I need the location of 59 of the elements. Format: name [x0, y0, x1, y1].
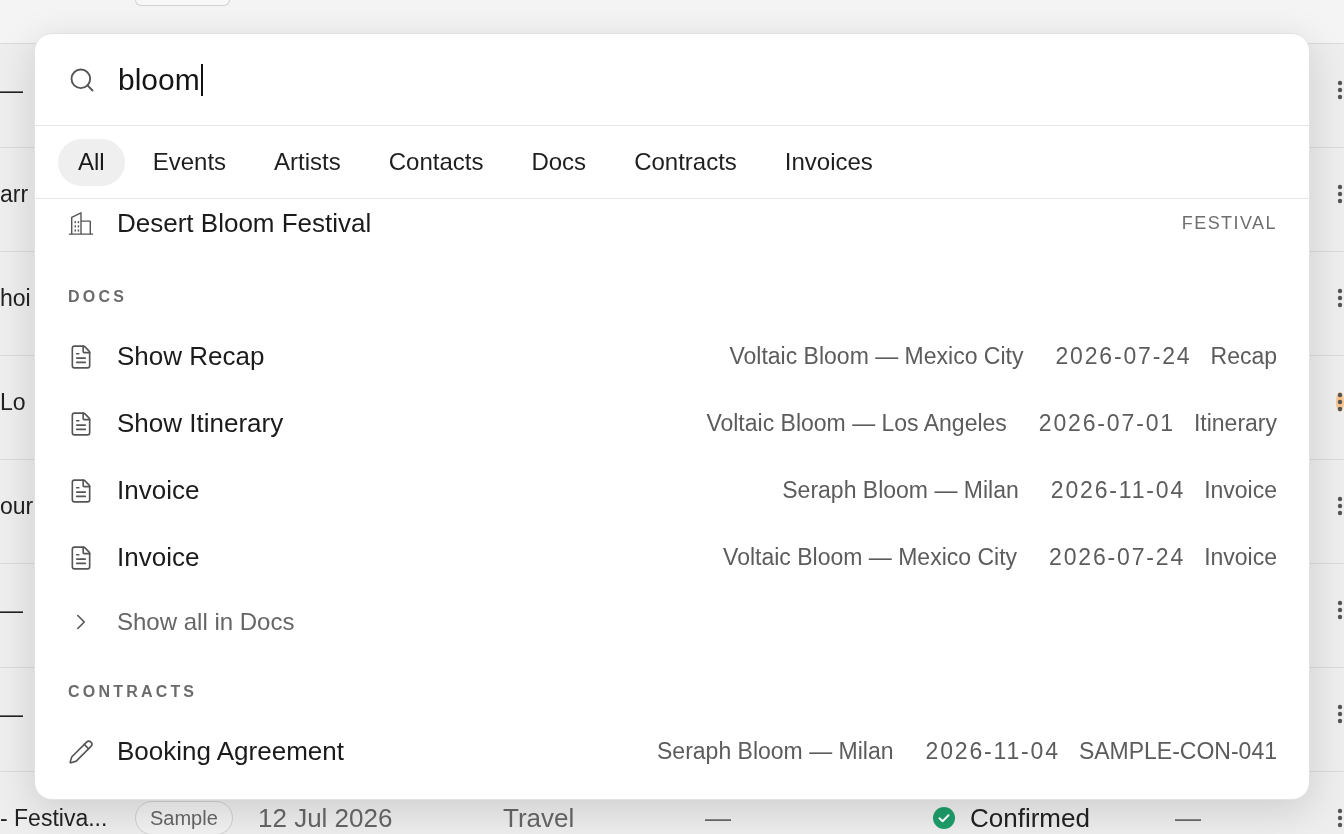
more-options-icon[interactable] [1336, 287, 1344, 309]
row-status: Confirmed [970, 801, 1090, 834]
result-type: SAMPLE-CON-041 [1078, 737, 1277, 767]
result-date: 2026-11-04 [925, 737, 1060, 767]
more-options-icon[interactable] [1336, 807, 1344, 829]
more-options-icon[interactable] [1336, 79, 1344, 101]
row-empty-value: — [705, 801, 731, 834]
result-title[interactable]: Desert Bloom Festival [117, 203, 372, 243]
result-date: 2026-07-01 [1038, 409, 1175, 439]
result-title[interactable]: Show Itinerary [117, 404, 284, 443]
result-title[interactable]: Invoice [117, 471, 200, 510]
result-title[interactable]: Show Recap [117, 337, 265, 376]
row-title: Lo [0, 387, 26, 417]
section-heading: DOCS [68, 287, 128, 307]
result-context: Voltaic Bloom — Los Angeles [706, 409, 1007, 439]
result-date: 2026-07-24 [1055, 342, 1192, 372]
result-context: Voltaic Bloom — Mexico City [723, 543, 1018, 573]
section-heading: CONTRACTS [68, 682, 198, 702]
row-date: 12 Jul 2026 [258, 801, 393, 834]
more-options-icon[interactable] [1336, 391, 1344, 413]
building-icon [68, 210, 94, 236]
result-type: Itinerary [1193, 409, 1277, 439]
more-options-icon[interactable] [1336, 183, 1344, 205]
result-type: Invoice [1204, 543, 1277, 573]
row-empty-value: — [1175, 801, 1201, 834]
row-title: — [0, 699, 23, 729]
show-all-button[interactable]: Show all in Docs [68, 591, 295, 652]
row-title: arr [0, 179, 29, 209]
row-title: our [0, 491, 34, 521]
row-title: hoi [0, 283, 31, 313]
result-context: Seraph Bloom — Milan [782, 476, 1019, 506]
result-context: Voltaic Bloom — Mexico City [729, 342, 1024, 372]
result-context: Seraph Bloom — Milan [657, 737, 894, 767]
result-title[interactable]: Booking Agreement [117, 732, 344, 771]
sample-tag: Sample [135, 801, 233, 834]
pencil-icon [68, 738, 94, 765]
filter-tab[interactable]: Contracts [614, 138, 757, 186]
filter-tab[interactable]: Artists [254, 138, 361, 186]
check-circle-icon [933, 807, 955, 829]
row-category: Travel [503, 801, 575, 834]
more-options-icon[interactable] [1336, 599, 1344, 621]
row-title: — [0, 595, 23, 625]
more-options-icon[interactable] [1336, 703, 1344, 725]
row-title: - Festiva... [0, 803, 108, 833]
filter-tab[interactable]: Contacts [368, 138, 504, 186]
filter-tab[interactable]: Events [132, 138, 247, 186]
filter-tab[interactable]: Docs [511, 138, 607, 186]
result-date: 2026-07-24 [1049, 543, 1186, 573]
result-type: Invoice [1204, 476, 1277, 506]
search-field[interactable]: bloom [118, 57, 1277, 102]
result-type: FESTIVAL [1181, 211, 1277, 235]
filter-tab[interactable]: All [58, 138, 125, 186]
text-cursor-icon [200, 63, 203, 96]
result-title[interactable]: Invoice [117, 538, 200, 577]
more-options-icon[interactable] [1336, 495, 1344, 517]
result-date: 2026-11-04 [1050, 476, 1186, 506]
row-title: — [0, 75, 23, 105]
filter-tab[interactable]: Invoices [764, 138, 893, 186]
result-type: Recap [1210, 342, 1277, 372]
